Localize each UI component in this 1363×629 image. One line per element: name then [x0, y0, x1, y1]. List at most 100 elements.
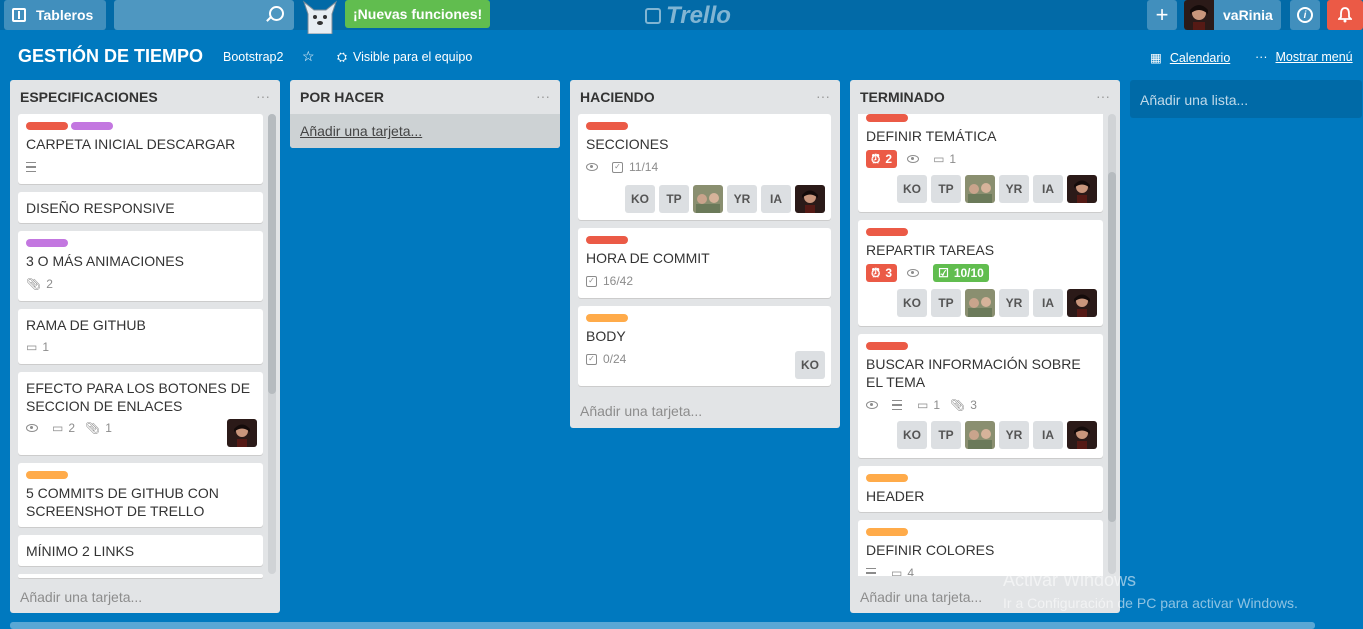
comment-count: 4 — [907, 566, 915, 576]
member-avatar[interactable]: IA — [1033, 289, 1063, 317]
checklist-count: 11/14 — [629, 160, 659, 174]
member-avatar[interactable] — [965, 289, 995, 317]
card-labels — [866, 114, 908, 122]
card-badges — [26, 158, 41, 176]
member-avatar[interactable]: KO — [625, 185, 655, 213]
card-labels — [26, 239, 68, 247]
label-red — [866, 342, 908, 350]
label-purple — [26, 239, 68, 247]
trello-logo[interactable]: Trello — [645, 2, 731, 30]
taco-mascot-icon[interactable] — [300, 0, 340, 34]
card[interactable] — [18, 574, 263, 578]
member-avatar[interactable]: TP — [659, 185, 689, 213]
member-avatar[interactable]: IA — [761, 185, 791, 213]
member-avatar[interactable]: YR — [727, 185, 757, 213]
list-menu-icon[interactable]: ··· — [536, 88, 550, 104]
search-icon[interactable] — [269, 6, 284, 21]
member-avatar[interactable] — [227, 419, 257, 447]
list-menu-icon[interactable]: ··· — [816, 88, 830, 104]
card[interactable]: REPARTIR TAREAS ⏰︎ 3 ☑ 10/10 KO TP YR IA — [858, 220, 1103, 326]
card-badges: ▭ 2 📎︎ 1 — [26, 419, 122, 437]
member-avatar[interactable]: KO — [897, 421, 927, 449]
card[interactable]: 3 O MÁS ANIMACIONES 📎︎ 2 — [18, 231, 263, 301]
member-avatar[interactable]: YR — [999, 175, 1029, 203]
member-avatar[interactable] — [1067, 175, 1097, 203]
checklist-count: 16/42 — [603, 274, 634, 288]
star-icon[interactable]: ☆ — [302, 48, 315, 65]
info-button[interactable]: i — [1290, 0, 1320, 30]
calendar-button[interactable]: ▦ Calendario — [1150, 50, 1230, 65]
member-avatar[interactable] — [1067, 421, 1097, 449]
member-avatar[interactable]: IA — [1033, 421, 1063, 449]
member-avatar[interactable] — [795, 185, 825, 213]
card[interactable]: 5 COMMITS DE GITHUB CON SCREENSHOT DE TR… — [18, 463, 263, 527]
visibility-button[interactable]: ⛭ Visible para el equipo — [337, 50, 472, 65]
card[interactable]: HEADER — [858, 466, 1103, 512]
list-title[interactable]: ESPECIFICACIONES — [20, 89, 158, 105]
list-title[interactable]: TERMINADO — [860, 89, 945, 105]
member-avatar[interactable] — [965, 175, 995, 203]
list-title[interactable]: POR HACER — [300, 89, 384, 105]
card[interactable]: DEFINIR COLORES ▭ 4 — [858, 520, 1103, 576]
add-card-button[interactable]: Añadir una tarjeta... — [290, 114, 560, 148]
list-title[interactable]: HACIENDO — [580, 89, 655, 105]
card-badges: ▭ 1 — [26, 338, 59, 356]
card[interactable]: DISEÑO RESPONSIVE — [18, 192, 263, 223]
list-menu-icon[interactable]: ··· — [256, 88, 270, 104]
comment-icon: ▭ — [933, 152, 945, 166]
add-card-button[interactable]: Añadir una tarjeta... — [860, 589, 982, 605]
card-title: 5 COMMITS DE GITHUB CON SCREENSHOT DE TR… — [26, 485, 219, 519]
list-especificaciones: ESPECIFICACIONES ··· CARPETA INICIAL DES… — [10, 80, 280, 613]
card-badges: ⏰︎ 3 ☑ 10/10 — [866, 264, 999, 282]
team-name[interactable]: Bootstrap2 — [223, 50, 283, 64]
member-avatar[interactable]: KO — [897, 175, 927, 203]
member-avatar[interactable]: KO — [897, 289, 927, 317]
list-menu-icon[interactable]: ··· — [1096, 88, 1110, 104]
card[interactable]: CARPETA INICIAL DESCARGAR — [18, 114, 263, 184]
member-avatar[interactable] — [1067, 289, 1097, 317]
card-members: KO — [795, 351, 825, 379]
checklist-count: 10/10 — [953, 266, 984, 280]
card[interactable]: RAMA DE GITHUB ▭ 1 — [18, 309, 263, 364]
board-title[interactable]: GESTIÓN DE TIEMPO — [18, 46, 203, 67]
member-avatar[interactable]: TP — [931, 289, 961, 317]
member-avatar[interactable]: TP — [931, 421, 961, 449]
show-menu-button[interactable]: ··· Mostrar menú — [1255, 50, 1353, 64]
watch-icon — [586, 163, 598, 171]
checklist-icon: ☑ — [938, 266, 949, 280]
description-icon — [26, 162, 36, 172]
new-features-button[interactable]: ¡Nuevas funciones! — [345, 0, 491, 28]
windows-activation-title: Activar Windows — [1003, 570, 1137, 590]
boards-button[interactable]: Tableros — [4, 0, 106, 30]
member-avatar[interactable]: TP — [931, 175, 961, 203]
member-avatar[interactable]: YR — [999, 289, 1029, 317]
member-avatar[interactable] — [693, 185, 723, 213]
card[interactable]: MÍNIMO 2 LINKS — [18, 535, 263, 566]
user-menu-button[interactable]: vaRinia — [1184, 0, 1281, 30]
add-card-button[interactable]: Añadir una tarjeta... — [580, 403, 702, 419]
label-red — [586, 122, 628, 130]
card-members: KO TP YR IA — [897, 175, 1097, 203]
add-button[interactable]: + — [1147, 0, 1177, 30]
info-icon: i — [1297, 7, 1313, 23]
card[interactable]: BUSCAR INFORMACIÓN SOBRE EL TEMA ▭ 1 📎︎ 3 … — [858, 334, 1103, 458]
card-title: BUSCAR INFORMACIÓN SOBRE EL TEMA — [866, 356, 1081, 390]
notifications-button[interactable] — [1327, 0, 1363, 30]
member-avatar[interactable]: YR — [999, 421, 1029, 449]
card[interactable]: HORA DE COMMIT ✓ 16/42 — [578, 228, 831, 298]
member-avatar[interactable]: IA — [1033, 175, 1063, 203]
board-horizontal-scrollbar[interactable] — [10, 622, 1315, 629]
card[interactable]: SECCIONES ✓ 11/14 KO TP YR IA — [578, 114, 831, 220]
list-scrollbar-thumb[interactable] — [268, 114, 276, 394]
search-input[interactable] — [114, 0, 294, 30]
label-red — [586, 236, 628, 244]
card[interactable]: EFECTO PARA LOS BOTONES DE SECCION DE EN… — [18, 372, 263, 455]
card[interactable]: BODY ✓ 0/24 KO — [578, 306, 831, 386]
add-card-button[interactable]: Añadir una tarjeta... — [20, 589, 142, 605]
member-avatar[interactable] — [965, 421, 995, 449]
add-list-button[interactable]: Añadir una lista... — [1130, 80, 1362, 118]
member-avatar[interactable]: KO — [795, 351, 825, 379]
cards-container: DEFINIR TEMÁTICA ⏰︎ 2 ▭ 1 KO TP YR IA REPA… — [850, 114, 1120, 576]
card-title: HORA DE COMMIT — [586, 250, 710, 266]
card[interactable]: DEFINIR TEMÁTICA ⏰︎ 2 ▭ 1 KO TP YR IA — [858, 114, 1103, 212]
